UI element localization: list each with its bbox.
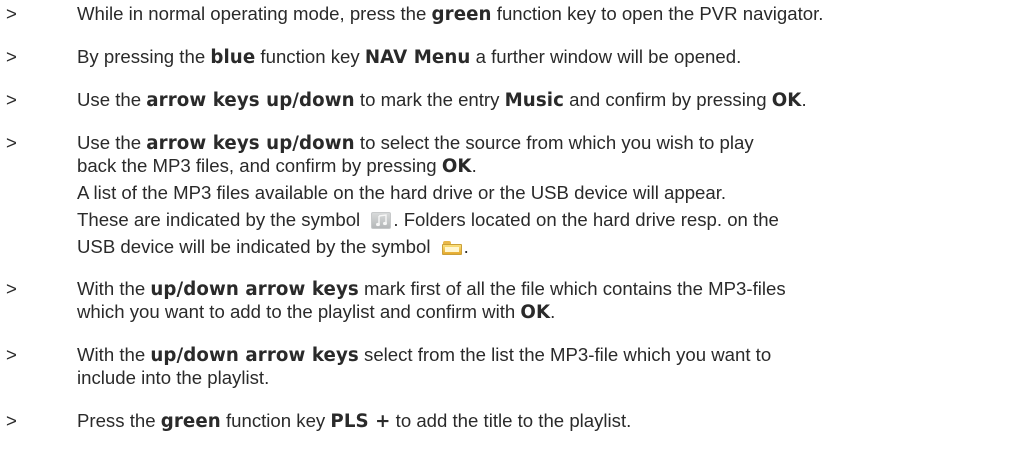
key-term: NAV Menu <box>364 47 471 68</box>
key-term: OK <box>771 90 802 111</box>
text-run: which you want to add to the playlist an… <box>77 301 521 322</box>
text-run: With the <box>77 278 151 299</box>
text-line: With the up/down arrow keys mark first o… <box>77 277 1002 300</box>
text-run: While in normal operating mode, press th… <box>77 3 432 24</box>
text-run: and confirm by pressing <box>563 89 772 110</box>
step-text: Press the green function key PLS + to ad… <box>77 409 1002 432</box>
text-run: select from the list the MP3-file which … <box>358 344 772 365</box>
text-line: These are indicated by the symbol . Fold… <box>77 208 1002 231</box>
text-run: to mark the entry <box>354 89 505 110</box>
text-run: function key <box>220 410 331 431</box>
text-run: With the <box>77 344 151 365</box>
text-run: back the MP3 files, and confirm by press… <box>77 155 442 176</box>
key-term: green <box>431 4 492 25</box>
text-run: . <box>463 236 469 257</box>
step-marker: > <box>6 89 17 110</box>
key-term: OK <box>520 302 551 323</box>
key-term: arrow keys up/down <box>146 133 355 154</box>
text-run: Press the <box>77 410 161 431</box>
key-term: green <box>160 411 221 432</box>
step-marker: > <box>6 278 17 299</box>
step-text: While in normal operating mode, press th… <box>77 2 1002 25</box>
text-run: By pressing the <box>77 46 211 67</box>
key-term: up/down arrow keys <box>150 345 359 366</box>
text-run: function key to open the PVR navigator. <box>491 3 824 24</box>
text-line: back the MP3 files, and confirm by press… <box>77 154 1002 177</box>
text-run: . <box>471 155 477 176</box>
text-run: A list of the MP3 files available on the… <box>77 182 727 203</box>
text-line: A list of the MP3 files available on the… <box>77 181 1002 204</box>
text-run: mark first of all the file which contain… <box>358 278 786 299</box>
text-run: USB device will be indicated by the symb… <box>77 236 436 257</box>
key-term: up/down arrow keys <box>150 279 359 300</box>
text-run: These are indicated by the symbol <box>77 209 366 230</box>
key-term: Music <box>504 90 564 111</box>
text-line: which you want to add to the playlist an… <box>77 300 1002 323</box>
text-run: Use the <box>77 89 147 110</box>
folder-icon <box>441 240 462 255</box>
step-text: With the up/down arrow keys select from … <box>77 343 1002 389</box>
step-marker: > <box>6 132 17 153</box>
key-term: arrow keys up/down <box>146 90 355 111</box>
text-run: include into the playlist. <box>77 367 270 388</box>
text-run: . Folders located on the hard drive resp… <box>393 209 779 230</box>
key-term: OK <box>441 156 472 177</box>
text-run: a further window will be opened. <box>470 46 742 67</box>
step-marker: > <box>6 344 17 365</box>
text-line: Press the green function key PLS + to ad… <box>77 409 1002 432</box>
text-run: Use the <box>77 132 147 153</box>
step-marker: > <box>6 410 17 431</box>
step-marker: > <box>6 3 17 24</box>
step-text: Use the arrow keys up/down to select the… <box>77 131 1002 258</box>
step-text: With the up/down arrow keys mark first o… <box>77 277 1002 323</box>
text-line: USB device will be indicated by the symb… <box>77 235 1002 258</box>
key-term: blue <box>210 47 256 68</box>
text-line: Use the arrow keys up/down to select the… <box>77 131 1002 154</box>
text-run: . <box>550 301 556 322</box>
music-file-icon <box>371 212 392 229</box>
key-term: PLS + <box>330 411 391 432</box>
text-line: While in normal operating mode, press th… <box>77 2 1002 25</box>
text-run: function key <box>255 46 365 67</box>
step-marker: > <box>6 46 17 67</box>
text-run: . <box>801 89 807 110</box>
step-text: Use the arrow keys up/down to mark the e… <box>77 88 1002 111</box>
text-run: to select the source from which you wish… <box>354 132 754 153</box>
text-run: to add the title to the playlist. <box>390 410 632 431</box>
text-line: By pressing the blue function key NAV Me… <box>77 45 1002 68</box>
text-line: With the up/down arrow keys select from … <box>77 343 1002 366</box>
step-text: By pressing the blue function key NAV Me… <box>77 45 1002 68</box>
text-line: Use the arrow keys up/down to mark the e… <box>77 88 1002 111</box>
text-line: include into the playlist. <box>77 366 1002 389</box>
